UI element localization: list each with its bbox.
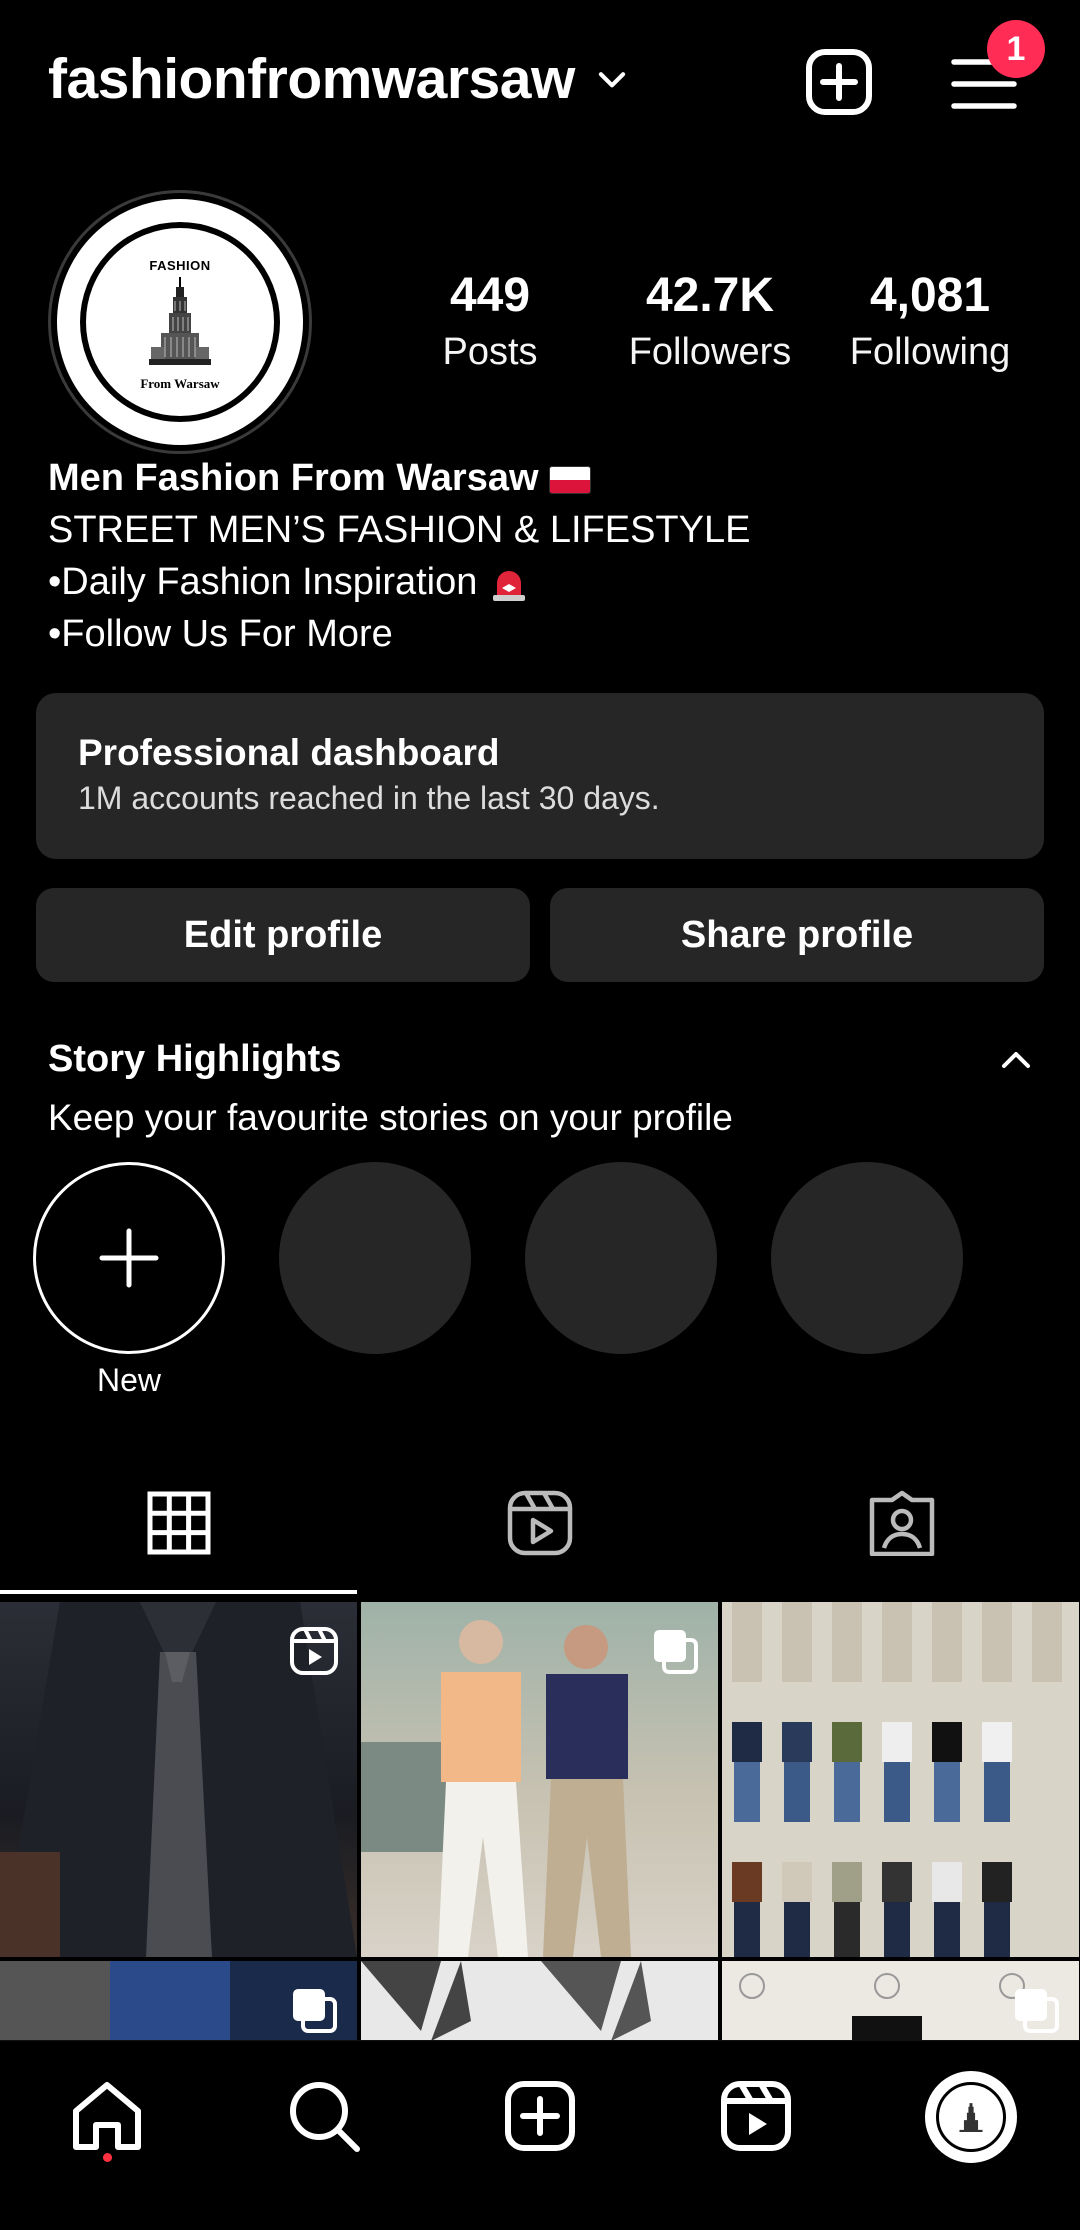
- chevron-down-icon: [598, 72, 625, 88]
- new-highlight-button[interactable]: [33, 1162, 225, 1354]
- edit-profile-button[interactable]: Edit profile: [36, 888, 530, 982]
- home-active-dot: [103, 2153, 112, 2162]
- post-thumbnail[interactable]: [722, 1602, 1079, 1957]
- reels-tab-icon[interactable]: [504, 1490, 576, 1556]
- profile-stats: 449 Posts 42.7K Followers 4,081 Followin…: [380, 268, 1040, 380]
- dashboard-subtitle: 1M accounts reached in the last 30 days.: [78, 780, 660, 816]
- posts-grid: [0, 1602, 1080, 2042]
- profile-tab-avatar[interactable]: [925, 2071, 1017, 2163]
- brand-logo: FASHION From Warsaw: [80, 222, 280, 422]
- bio-line: •Follow Us For More: [48, 613, 393, 655]
- share-profile-button[interactable]: Share profile: [550, 888, 1044, 982]
- highlight-placeholder: [279, 1162, 471, 1354]
- stat-posts[interactable]: 449 Posts: [380, 268, 600, 380]
- carousel-icon: [654, 1630, 698, 1674]
- instagram-profile-screen: fashionfromwarsaw 1 FASHION From Warsaw …: [0, 0, 1080, 2230]
- highlights-title: Story Highlights: [48, 1038, 342, 1080]
- grid-tab-icon[interactable]: [143, 1490, 215, 1556]
- avatar-image: FASHION From Warsaw: [57, 199, 303, 445]
- palace-tower-icon: [959, 2103, 983, 2133]
- display-name: Men Fashion From Warsaw: [48, 457, 539, 499]
- carousel-icon: [1015, 1989, 1059, 2033]
- reel-icon: [290, 1627, 338, 1675]
- stat-following[interactable]: 4,081 Following: [820, 268, 1040, 380]
- dashboard-title: Professional dashboard: [78, 732, 500, 773]
- post-thumbnail[interactable]: [361, 1602, 718, 1957]
- stat-value: 42.7K: [645, 269, 775, 322]
- stat-value: 449: [449, 269, 531, 322]
- stat-label: Following: [849, 331, 1011, 373]
- palace-tower-icon: [149, 277, 211, 365]
- post-thumbnail[interactable]: [722, 1961, 1079, 2042]
- stat-label: Posts: [442, 331, 538, 373]
- highlights-subtitle: Keep your favourite stories on your prof…: [48, 1097, 733, 1138]
- tagged-tab-icon[interactable]: [866, 1490, 938, 1556]
- highlight-placeholder: [771, 1162, 963, 1354]
- notification-badge: 1: [987, 20, 1045, 78]
- logo-text-top: FASHION: [149, 258, 211, 273]
- plus-icon: [99, 1228, 159, 1288]
- avatar-mini-logo: [936, 2082, 1006, 2152]
- post-thumbnail[interactable]: [0, 1961, 357, 2042]
- top-bar: fashionfromwarsaw 1: [0, 0, 1080, 160]
- stat-followers[interactable]: 42.7K Followers: [600, 268, 820, 380]
- create-post-icon[interactable]: [803, 46, 875, 118]
- stat-value: 4,081: [869, 269, 991, 322]
- bio-line: •Daily Fashion Inspiration: [48, 561, 478, 603]
- bio-line: STREET MEN’S FASHION & LIFESTYLE: [48, 509, 751, 551]
- post-thumbnail[interactable]: [361, 1961, 718, 2042]
- create-icon[interactable]: [501, 2077, 579, 2155]
- logo-text-bottom: From Warsaw: [140, 376, 220, 391]
- poland-flag-icon: [548, 465, 591, 494]
- profile-bio: Men Fashion From Warsaw STREET MEN’S FAS…: [48, 452, 750, 660]
- account-switcher[interactable]: fashionfromwarsaw: [48, 46, 631, 112]
- active-tab-indicator: [0, 1590, 357, 1594]
- stat-label: Followers: [628, 331, 792, 373]
- profile-avatar[interactable]: FASHION From Warsaw: [48, 190, 312, 454]
- username: fashionfromwarsaw: [48, 47, 575, 111]
- carousel-icon: [293, 1989, 337, 2033]
- home-icon[interactable]: [68, 2077, 146, 2155]
- siren-icon: [493, 570, 526, 601]
- search-icon[interactable]: [285, 2077, 363, 2155]
- highlight-placeholder: [525, 1162, 717, 1354]
- outfit-collage-photo: [732, 1602, 1062, 1957]
- chevron-up-icon[interactable]: [998, 1046, 1034, 1074]
- post-thumbnail[interactable]: [0, 1602, 357, 1957]
- bottom-navigation: [0, 2040, 1080, 2190]
- collar-diagram-photo: [361, 1961, 651, 2041]
- professional-dashboard-card[interactable]: Professional dashboard 1M accounts reach…: [36, 693, 1044, 859]
- reels-icon[interactable]: [717, 2077, 795, 2155]
- new-highlight-label: New: [96, 1362, 161, 1398]
